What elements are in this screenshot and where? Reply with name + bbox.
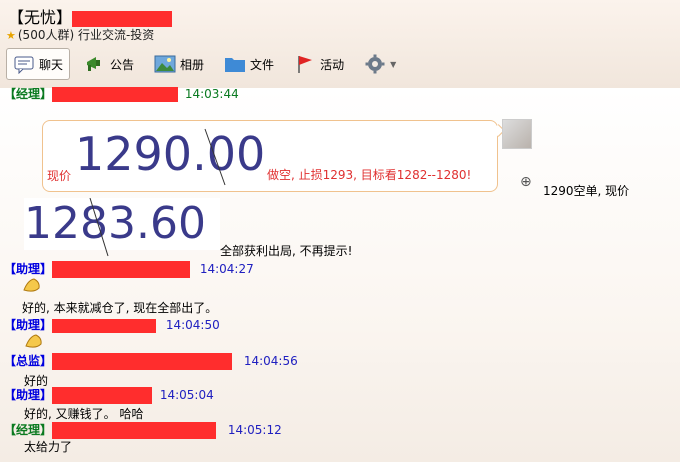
message-time: 14:05:12 [227,423,282,437]
group-description: (500人群) 行业交流-投资 [17,28,155,42]
redacted-sender [52,422,217,439]
activity-tab-label: 活动 [320,57,345,72]
price-image-1283-text: 1283.60 [24,198,206,249]
strike-line [204,128,226,186]
message-header: 【助理】 14:04:50 [4,316,220,333]
message-text: 全部获利出局, 不再提示! [220,244,353,258]
avatar[interactable] [502,119,532,149]
sender-role: 【经理】 [4,87,53,101]
message-text: 太给力了 [24,440,73,454]
message-bubble: 现价 1290.00 做空, 止损1293, 目标看1282--1280! [42,120,498,192]
strike-line-2 [89,198,109,257]
message-time: 14:05:04 [159,388,214,402]
notice-tab[interactable]: 公告 [78,49,140,79]
redacted-sender [52,87,179,102]
message-time: 14:03:44 [184,87,239,101]
files-tab-label: 文件 [250,57,275,72]
price-image-1283: 1283.60 [24,198,220,257]
folder-icon [225,58,246,72]
trade-advice: 做空, 止损1293, 目标看1282--1280! [267,168,472,182]
megaphone-icon [87,57,101,71]
group-title: 【无忧】 [8,4,173,28]
chat-tab-label: 聊天 [39,57,64,72]
album-tab[interactable]: 相册 [148,49,210,79]
group-subtitle: ★ (500人群) 行业交流-投资 [6,26,154,43]
redacted-sender [52,353,233,370]
redacted-sender [52,318,157,333]
album-tab-label: 相册 [180,57,205,72]
clap-emoji-icon [22,276,42,296]
redacted-group-name [72,10,173,27]
toolbar: 聊天 公告 相册 文件 活动 ▼ [6,48,402,80]
files-tab[interactable]: 文件 [218,49,280,79]
chevron-down-icon: ▼ [390,59,397,69]
chat-icon [14,56,34,74]
sender-role: 【经理】 [4,423,53,437]
zoom-icon[interactable]: ⊕ [520,174,532,190]
sender-role: 【助理】 [4,318,53,332]
chat-tab[interactable]: 聊天 [6,48,71,80]
message-header: 【经理】 14:05:12 [4,421,282,439]
message-time: 14:04:56 [243,354,298,368]
sender-role: 【助理】 [4,262,53,276]
sender-role: 【助理】 [4,388,53,402]
redacted-sender [52,261,191,278]
notice-tab-label: 公告 [110,57,135,72]
clap-emoji-icon [24,332,44,352]
sender-role: 【总监】 [4,354,53,368]
message-header: 【总监】 14:04:56 [4,352,298,370]
chat-history[interactable]: 【经理】 14:03:44 现价 1290.00 做空, 止损1293, 目标看… [0,85,680,462]
message-text: 好的, 本来就减仓了, 现在全部出了。 [22,301,218,315]
group-name: 【无忧】 [8,8,73,27]
message-text: 好的, 又赚钱了。 哈哈 [24,407,144,421]
gear-icon [365,54,385,74]
redacted-sender [52,387,153,404]
price-now-label: 现价 [47,169,72,183]
window-header: 【无忧】 ★ (500人群) 行业交流-投资 聊天 公告 相册 文件 活动 ▼ [0,0,680,88]
message-header: 【经理】 14:03:44 [4,85,239,102]
message-time: 14:04:27 [199,262,254,276]
activity-tab[interactable]: 活动 [288,49,350,79]
star-icon: ★ [6,29,16,42]
message-time: 14:04:50 [165,318,220,332]
picture-icon [154,55,176,73]
price-image-1290: 1290.00 [75,127,266,181]
settings-menu[interactable]: ▼ [358,49,402,79]
flag-icon [298,56,313,73]
message-header: 【助理】 14:05:04 [4,386,214,404]
side-note: 1290空单, 现价 [543,184,630,198]
